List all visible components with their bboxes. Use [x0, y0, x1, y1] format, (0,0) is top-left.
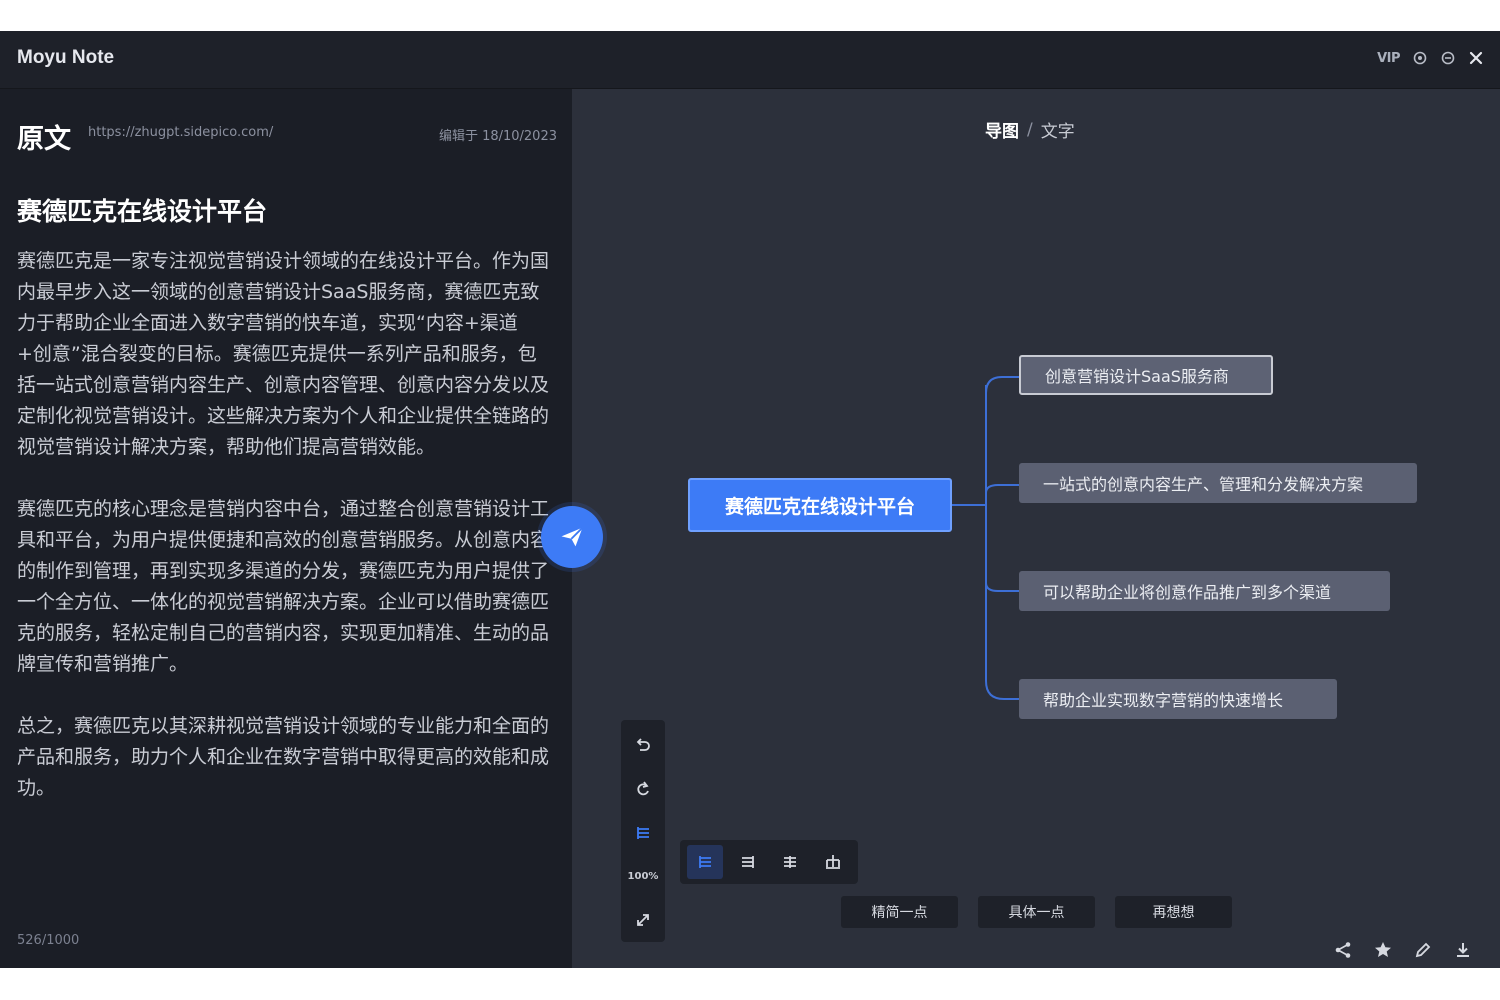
edit-icon[interactable] — [1412, 939, 1434, 961]
layout-left-button[interactable] — [730, 845, 766, 879]
tab-text[interactable]: 文字 — [1041, 117, 1075, 142]
mindmap-canvas[interactable]: 导图 / 文字 赛德匹克在线设计平台 创意营销设计SaaS服务商 一站式的创意内… — [572, 89, 1500, 968]
window-controls: VIP — [1377, 50, 1484, 66]
document-body-editor[interactable]: 赛德匹克是一家专注视觉营销设计领域的在线设计平台。作为国内最早步入这一领域的创意… — [17, 246, 552, 835]
edited-timestamp: 编辑于 18/10/2023 — [438, 129, 557, 144]
share-icon[interactable] — [1332, 939, 1354, 961]
layout-toolbar — [680, 840, 858, 884]
view-switcher: 导图 / 文字 — [985, 117, 1075, 143]
layout-toggle-button[interactable] — [625, 811, 661, 855]
layout-tree-icon — [825, 855, 840, 869]
redo-icon — [637, 781, 649, 796]
close-icon[interactable] — [1468, 50, 1484, 66]
undo-button[interactable] — [625, 724, 661, 768]
regenerate-button[interactable]: 再想想 — [1115, 896, 1232, 928]
generate-send-button[interactable] — [541, 506, 603, 568]
layout-icon — [637, 826, 649, 839]
app-title: Moyu Note — [17, 47, 115, 68]
mindmap-child-node[interactable]: 一站式的创意内容生产、管理和分发解决方案 — [1019, 463, 1417, 503]
layout-both-icon — [784, 856, 797, 868]
mindmap-child-node[interactable]: 创意营销设计SaaS服务商 — [1019, 355, 1273, 395]
paragraph: 赛德匹克的核心理念是营销内容中台，通过整合创意营销设计工具和平台，为用户提供便捷… — [17, 498, 550, 675]
source-url-link[interactable]: https://zhugpt.sidepico.com/ — [88, 125, 273, 140]
paragraph: 赛德匹克是一家专注视觉营销设计领域的在线设计平台。作为国内最早步入这一领域的创意… — [17, 250, 550, 458]
character-count: 526/1000 — [17, 933, 80, 948]
layout-both-button[interactable] — [772, 845, 808, 879]
undo-icon — [636, 738, 650, 751]
expand-icon — [637, 914, 649, 927]
mindmap-child-node[interactable]: 帮助企业实现数字营销的快速增长 — [1019, 679, 1337, 719]
export-toolbar — [1332, 939, 1474, 961]
document-title[interactable]: 赛德匹克在线设计平台 — [17, 192, 267, 228]
mindmap-child-node[interactable]: 可以帮助企业将创意作品推广到多个渠道 — [1019, 571, 1390, 611]
mindmap-root-node[interactable]: 赛德匹克在线设计平台 — [688, 478, 952, 532]
minimize-icon[interactable] — [1440, 50, 1456, 66]
redo-button[interactable] — [625, 768, 661, 812]
star-icon[interactable] — [1372, 939, 1394, 961]
panel-heading: 原文 — [17, 124, 71, 155]
breadcrumb-separator: / — [1027, 119, 1033, 140]
title-bar: Moyu Note VIP — [0, 31, 1500, 89]
elaborate-button[interactable]: 具体一点 — [978, 896, 1095, 928]
zoom-level[interactable]: 100% — [625, 855, 661, 899]
source-text-panel: 原文 https://zhugpt.sidepico.com/ 编辑于 18/1… — [0, 89, 572, 968]
layout-right-button[interactable] — [687, 845, 724, 879]
layout-left-icon — [741, 856, 754, 868]
paper-plane-icon — [561, 527, 584, 547]
tab-mindmap[interactable]: 导图 — [985, 117, 1019, 142]
vip-badge[interactable]: VIP — [1377, 51, 1400, 66]
download-icon[interactable] — [1452, 939, 1474, 961]
layout-right-icon — [699, 856, 712, 868]
canvas-toolbar: 100% — [621, 720, 665, 942]
settings-icon[interactable] — [1412, 50, 1428, 66]
layout-tree-button[interactable] — [815, 845, 851, 879]
paragraph: 总之，赛德匹克以其深耕视觉营销设计领域的专业能力和全面的产品和服务，助力个人和企… — [17, 715, 550, 799]
simplify-button[interactable]: 精简一点 — [841, 896, 958, 928]
fit-screen-button[interactable] — [625, 898, 661, 942]
app-window: Moyu Note VIP 原文 https://zhugpt.sidepico… — [0, 31, 1500, 968]
